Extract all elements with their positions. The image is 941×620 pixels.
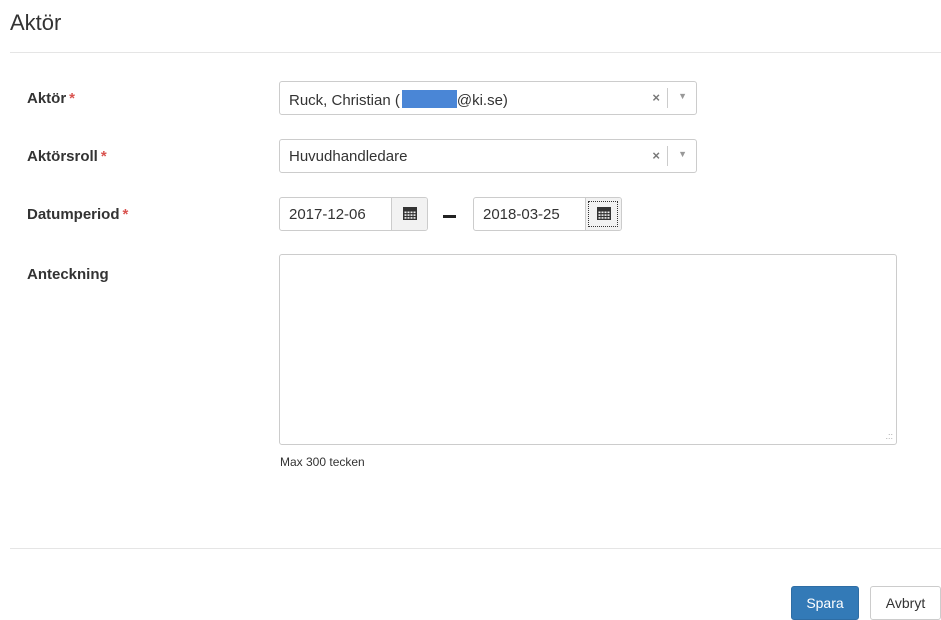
period-label-text: Datumperiod [27, 206, 120, 223]
actor-label: Aktör * [27, 90, 75, 107]
actor-select[interactable]: Ruck, Christian ( @ki.se) × ▼ [279, 81, 697, 115]
redacted-block [401, 90, 457, 108]
actor-select-value: Ruck, Christian ( @ki.se) [289, 90, 508, 109]
end-date-calendar-button[interactable] [585, 198, 621, 230]
actor-value-prefix: Ruck, Christian ( [289, 92, 400, 109]
period-label: Datumperiod * [27, 206, 128, 223]
cancel-button[interactable]: Avbryt [870, 586, 941, 620]
save-button[interactable]: Spara [791, 586, 859, 620]
footer-divider [10, 548, 941, 549]
actor-value-suffix: @ki.se) [456, 92, 508, 109]
end-date-field[interactable]: 2018-03-25 [473, 197, 622, 231]
calendar-icon [597, 207, 611, 220]
note-label: Anteckning [27, 266, 109, 283]
end-date-value: 2018-03-25 [483, 206, 560, 223]
calendar-icon [403, 207, 417, 220]
actor-clear-icon[interactable]: × [652, 90, 660, 105]
role-select[interactable]: Huvudhandledare × ▼ [279, 139, 697, 173]
actor-select-separator [667, 88, 668, 108]
date-range-dash [443, 215, 456, 218]
start-date-calendar-button[interactable] [391, 198, 427, 230]
role-select-separator [667, 146, 668, 166]
header-divider [10, 52, 941, 53]
role-label: Aktörsroll * [27, 148, 107, 165]
role-chevron-down-icon[interactable]: ▼ [678, 149, 687, 159]
resize-grip-icon[interactable]: .:: [885, 432, 893, 441]
actor-chevron-down-icon[interactable]: ▼ [678, 91, 687, 101]
required-marker: * [69, 90, 76, 107]
note-textarea[interactable]: .:: [279, 254, 897, 445]
required-marker: * [122, 206, 129, 223]
start-date-value: 2017-12-06 [289, 206, 366, 223]
actor-label-text: Aktör [27, 90, 67, 107]
role-select-value: Huvudhandledare [289, 148, 408, 165]
role-clear-icon[interactable]: × [652, 148, 660, 163]
dialog-title: Aktör [10, 10, 62, 35]
role-label-text: Aktörsroll [27, 148, 98, 165]
note-char-limit-hint: Max 300 tecken [280, 455, 365, 469]
required-marker: * [100, 148, 107, 165]
start-date-field[interactable]: 2017-12-06 [279, 197, 428, 231]
